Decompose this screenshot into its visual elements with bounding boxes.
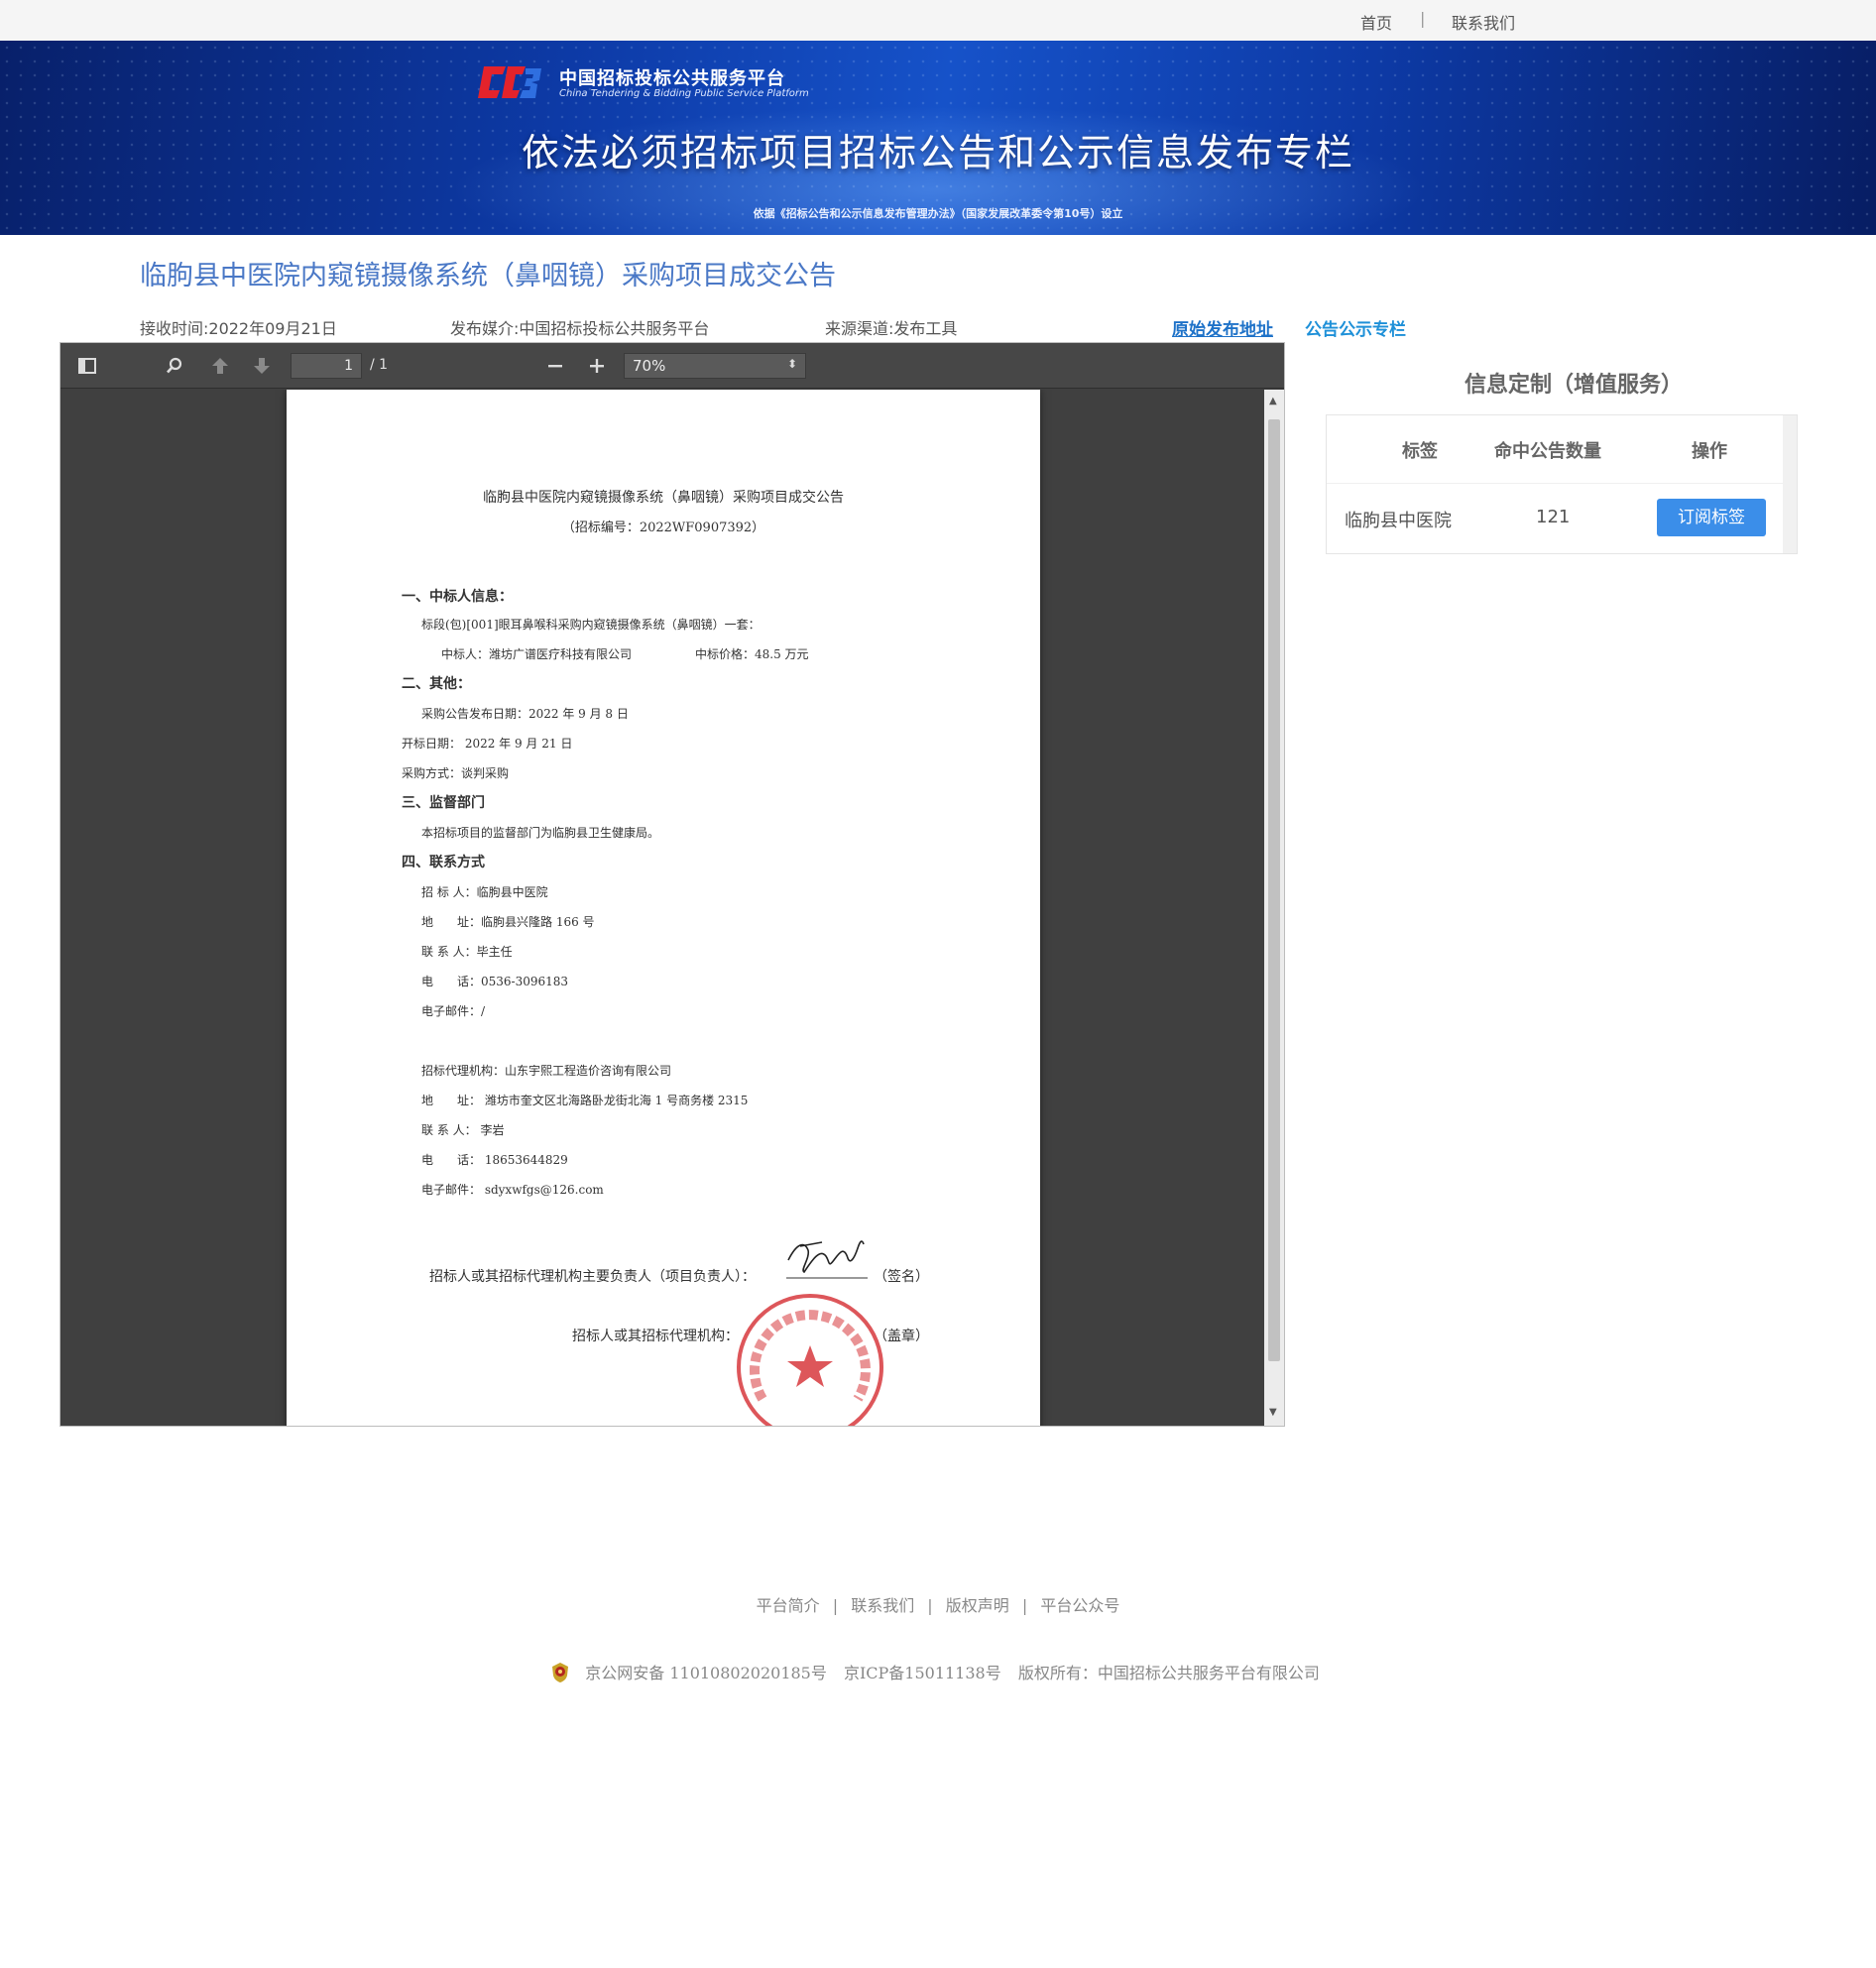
copyright-text: 版权所有：中国招标公共服务平台有限公司 [1017,1664,1320,1682]
doc-line: 招标代理机构：山东宇熙工程造价咨询有限公司 [421,1064,672,1078]
doc-line: 地 址： 潍坊市奎文区北海路卧龙街北海 1 号商务楼 2315 [421,1094,749,1107]
scroll-up-arrow-icon[interactable]: ▲ [1269,396,1277,406]
doc-line: 招 标 人：临朐县中医院 [421,885,548,899]
zoom-out-icon[interactable] [540,351,570,381]
platform-logo-icon [478,66,541,98]
banner-subtitle: 依据《招标公告和公示信息发布管理办法》（国家发展改革委令第10号）设立 [753,207,1123,220]
page-number-input[interactable]: 1 [291,353,362,379]
zoom-in-icon[interactable] [582,351,612,381]
zoom-select[interactable]: 70% ⬍ [624,353,806,379]
column-header-tag: 标签 [1402,441,1438,462]
doc-line: 电子邮件：/ [421,1004,486,1018]
pdf-canvas-area[interactable]: 临朐县中医院内窥镜摄像系统（鼻咽镜）采购项目成交公告 （招标编号：2022WF0… [60,390,1264,1426]
subscription-panel-title: 信息定制（增值服务） [1464,373,1683,398]
doc-line: 电子邮件： sdyxwfgs@126.com [421,1183,604,1197]
banner-title: 依法必须招标项目招标公告和公示信息发布专栏 [521,131,1354,174]
nav-home-link[interactable]: 首页 [1360,10,1392,34]
received-time: 接收时间:2022年09月21日 [140,319,337,338]
doc-section-heading: 一、中标人信息： [402,589,513,605]
footer-link-about[interactable]: 平台简介 [757,1596,820,1615]
table-scrollbar[interactable] [1783,415,1797,553]
footer-link-wechat[interactable]: 平台公众号 [1040,1596,1119,1615]
nav-separator: | [1420,9,1426,28]
doc-line: 采购方式：谈判采购 [402,766,510,780]
doc-line: 地 址：临朐县兴隆路 166 号 [421,915,595,929]
tag-cell: 临朐县中医院 [1345,511,1452,531]
pdf-scrollbar[interactable]: ▲ ▼ [1264,390,1284,1426]
scroll-thumb[interactable] [1268,419,1280,1361]
doc-line: 采购公告发布日期：2022 年 9 月 8 日 [421,707,629,721]
doc-section-heading: 四、联系方式 [402,855,485,870]
pdf-viewer: 1 / 1 70% ⬍ 临朐县中医院内窥镜摄像系统（鼻咽镜）采购项目成交公告 （… [59,342,1285,1427]
footer-separator: | [832,1596,839,1615]
arrow-down-icon[interactable] [247,351,277,381]
signature-label: 招标人或其招标代理机构主要负责人（项目负责人）： [429,1269,756,1285]
doc-number: （招标编号：2022WF0907392） [561,521,765,535]
zoom-value: 70% [633,357,666,375]
signature-suffix: （签名） [874,1269,929,1285]
publish-media: 发布媒介:中国招标投标公共服务平台 [450,319,710,338]
subscription-table: 标签 命中公告数量 操作 临朐县中医院 121 订阅标签 [1326,414,1798,554]
announcement-column-link[interactable]: 公告公示专栏 [1305,315,1406,340]
stamp-label: 招标人或其招标代理机构： [572,1329,739,1344]
doc-section-heading: 二、其他： [402,676,471,692]
top-bar: 首页 | 联系我们 [0,0,1876,41]
pdf-toolbar: 1 / 1 70% ⬍ [60,343,1284,389]
official-seal-icon [737,1294,883,1426]
handwritten-signature-icon [786,1240,868,1279]
logo-english-name: China Tendering & Bidding Public Service… [559,88,809,99]
sidebar-toggle-icon[interactable] [72,351,102,381]
footer-links: 平台简介 | 联系我们 | 版权声明 | 平台公众号 [0,1592,1876,1616]
police-badge-icon [552,1663,569,1682]
count-cell: 121 [1536,507,1571,527]
original-url-link[interactable]: 原始发布地址 [1172,315,1273,340]
police-record-number[interactable]: 京公网安备 11010802020185号 [585,1664,827,1682]
doc-line: 中标人：潍坊广谱医疗科技有限公司 [441,647,633,661]
select-caret-icon: ⬍ [786,357,797,371]
logo-chinese-name: 中国招标投标公共服务平台 [559,68,785,89]
doc-title: 临朐县中医院内窥镜摄像系统（鼻咽镜）采购项目成交公告 [483,490,844,506]
doc-line: 中标价格：48.5 万元 [695,647,809,661]
doc-line: 电 话：0536-3096183 [421,975,569,988]
doc-line: 本招标项目的监督部门为临朐县卫生健康局。 [421,826,660,840]
row-divider [1327,483,1783,484]
subscribe-tag-button[interactable]: 订阅标签 [1657,499,1766,536]
source-channel: 来源渠道:发布工具 [825,319,958,338]
footer-separator: | [927,1596,933,1615]
doc-section-heading: 三、监督部门 [402,795,485,811]
nav-contact-link[interactable]: 联系我们 [1452,10,1515,34]
column-header-action: 操作 [1692,441,1727,462]
doc-line: 联 系 人： 李岩 [421,1123,505,1137]
search-icon[interactable] [160,351,189,381]
footer-info: 京公网安备 11010802020185号 京ICP备15011138号 版权所… [0,1660,1876,1683]
column-header-count: 命中公告数量 [1494,441,1601,462]
icp-record-number[interactable]: 京ICP备15011138号 [844,1664,1001,1682]
page-title: 临朐县中医院内窥镜摄像系统（鼻咽镜）采购项目成交公告 [140,261,836,291]
scroll-down-arrow-icon[interactable]: ▼ [1269,1407,1277,1418]
header-banner: 中国招标投标公共服务平台 China Tendering & Bidding P… [0,41,1876,235]
doc-line: 标段(包)[001]眼耳鼻喉科采购内窥镜摄像系统（鼻咽镜）一套： [421,618,761,632]
page-total: / 1 [370,357,389,373]
doc-line: 电 话： 18653644829 [421,1153,568,1167]
pdf-page: 临朐县中医院内窥镜摄像系统（鼻咽镜）采购项目成交公告 （招标编号：2022WF0… [287,390,1040,1426]
footer-link-copyright[interactable]: 版权声明 [946,1596,1009,1615]
footer-link-contact[interactable]: 联系我们 [851,1596,914,1615]
doc-line: 开标日期： 2022 年 9 月 21 日 [402,737,573,751]
arrow-up-icon[interactable] [205,351,235,381]
footer-separator: | [1021,1596,1028,1615]
doc-line: 联 系 人：毕主任 [421,945,513,959]
